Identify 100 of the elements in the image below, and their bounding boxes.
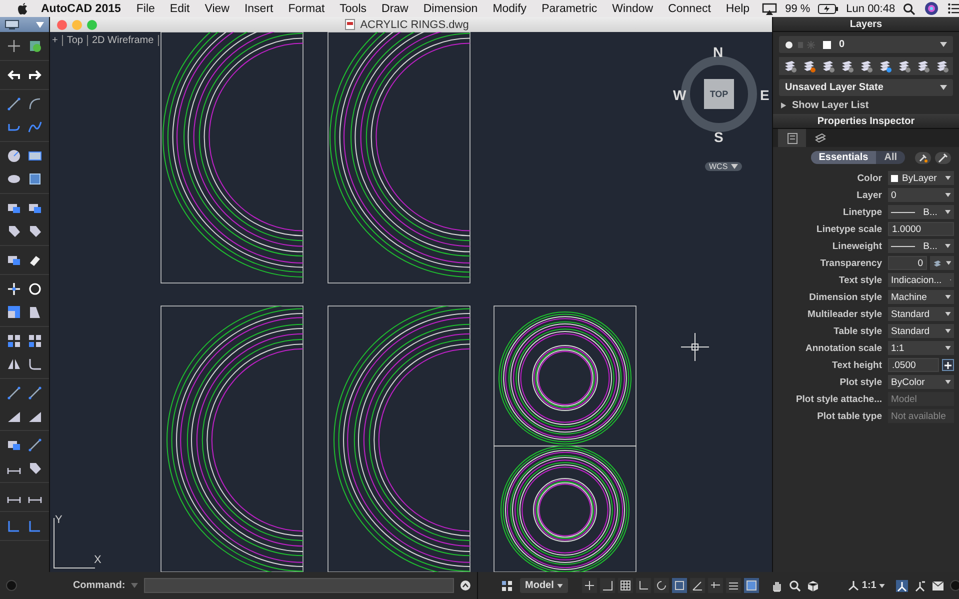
quick-select-button[interactable] [915,152,931,164]
menu-item[interactable]: Edit [170,2,190,14]
layer-tool-icon[interactable] [783,59,797,73]
filter-button[interactable]: Essentials [810,151,876,164]
block-icon[interactable] [7,201,22,215]
property-dropdown[interactable]: 1:1 [888,341,954,355]
layer-dropdown[interactable]: 0 [779,36,953,53]
circle-icon[interactable] [7,149,22,163]
inspector-tab[interactable] [778,129,806,147]
layer-tool-icon[interactable] [878,59,892,73]
rectangle-icon[interactable] [28,149,42,163]
cube-icon[interactable] [806,580,819,592]
panel-grip-icon[interactable] [950,580,959,591]
property-dropdown[interactable]: Standard [888,324,954,338]
tag-icon[interactable] [7,224,22,238]
menu-item[interactable]: Window [612,2,654,14]
battery-icon[interactable] [818,4,838,14]
arc-icon[interactable] [28,97,42,111]
drafting-toggle[interactable] [600,578,615,593]
property-dropdown[interactable]: B... [888,205,954,219]
layer-tool-icon[interactable] [916,59,930,73]
command-input-field[interactable] [144,578,454,593]
viewport-control[interactable]: 2D Wireframe [92,35,159,46]
menu-item[interactable]: Format [288,2,325,14]
expand-icon[interactable] [460,580,471,591]
block-icon[interactable] [7,253,22,267]
layer-tool-icon[interactable] [802,59,816,73]
property-dropdown[interactable]: Machine [888,290,954,304]
model-space-dropdown[interactable]: Model [520,578,568,593]
compass-south[interactable]: S [714,129,724,145]
line-icon[interactable] [28,438,42,452]
layer-tool-icon[interactable] [935,59,949,73]
layout-grid-icon[interactable] [500,578,514,592]
property-dropdown[interactable]: B... [888,239,954,253]
chamfer-icon[interactable] [7,409,22,423]
zoom-icon[interactable] [788,580,801,592]
block-icon[interactable] [7,438,22,452]
filter-button[interactable]: All [876,151,905,164]
assistant-icon[interactable] [925,2,938,15]
viewport-control[interactable]: Top [66,35,88,46]
property-field[interactable]: .0500 [888,358,939,372]
pick-button[interactable] [935,152,951,164]
airplay-icon[interactable] [762,2,778,14]
drafting-toggle[interactable] [654,578,669,593]
compass-west[interactable]: W [673,87,686,103]
mail-icon[interactable] [932,580,944,590]
drafting-toggle[interactable] [690,578,705,593]
menu-item[interactable]: Connect [668,2,711,14]
array-icon[interactable] [28,334,42,348]
drafting-toggle[interactable] [636,578,651,593]
compass-north[interactable]: N [713,44,724,60]
drafting-toggle[interactable] [672,578,687,593]
menu-item[interactable]: Tools [340,2,367,14]
redo-icon[interactable] [28,68,42,82]
line-icon[interactable] [7,386,22,400]
rotate-icon[interactable] [28,282,42,296]
drafting-toggle[interactable] [582,578,597,593]
layer-tool-icon[interactable] [821,59,835,73]
panel-grip-icon[interactable] [6,580,17,591]
annotation-scale-dropdown[interactable]: 1:1 [842,578,890,593]
app-name[interactable]: AutoCAD 2015 [41,2,121,14]
square-icon[interactable] [28,172,42,186]
apple-logo-icon[interactable] [17,2,28,15]
chamfer-icon[interactable] [28,409,42,423]
view-cube[interactable]: TOP [704,79,734,109]
property-field[interactable]: 1.0000 [888,222,954,236]
menu-item[interactable]: Draw [382,2,408,14]
line-icon[interactable] [7,97,22,111]
layer-tool-icon[interactable] [859,59,873,73]
property-dropdown[interactable]: Indicacion... [888,273,954,287]
layer-tool-icon[interactable] [897,59,911,73]
scale-icon[interactable] [7,305,22,319]
image-icon[interactable] [28,39,42,53]
tag-icon[interactable] [28,461,42,475]
clock[interactable]: Lun 00:48 [846,2,896,14]
list-icon[interactable] [948,3,959,14]
annotation-visibility-icon[interactable] [896,580,908,592]
property-dropdown[interactable]: ByColor [888,375,954,389]
menu-item[interactable]: Modify [492,2,527,14]
menu-item[interactable]: File [136,2,155,14]
add-icon[interactable] [942,359,954,371]
drafting-toggle[interactable] [708,578,723,593]
ucs-icon[interactable] [7,519,22,533]
layer-tool-icon[interactable] [840,59,854,73]
show-layer-list-toggle[interactable]: Show Layer List [773,96,959,114]
menu-item[interactable]: Dimension [423,2,478,14]
pan-hand-icon[interactable] [770,580,783,592]
tag-icon[interactable] [28,224,42,238]
transparency-field[interactable]: 0 [888,256,927,270]
drawing-canvas[interactable]: + Top 2D Wireframe Y X N W TOP E S WCS [50,32,772,572]
undo-icon[interactable] [7,68,22,82]
move-icon[interactable] [7,282,22,296]
menu-item[interactable]: Insert [244,2,274,14]
mirror-icon[interactable] [7,357,22,371]
fillet-icon[interactable] [28,357,42,371]
caret-icon[interactable] [131,583,138,588]
drafting-toggle[interactable] [744,578,759,593]
drafting-toggle[interactable] [618,578,633,593]
ellipse-icon[interactable] [7,172,22,186]
drafting-toggle[interactable] [726,578,741,593]
